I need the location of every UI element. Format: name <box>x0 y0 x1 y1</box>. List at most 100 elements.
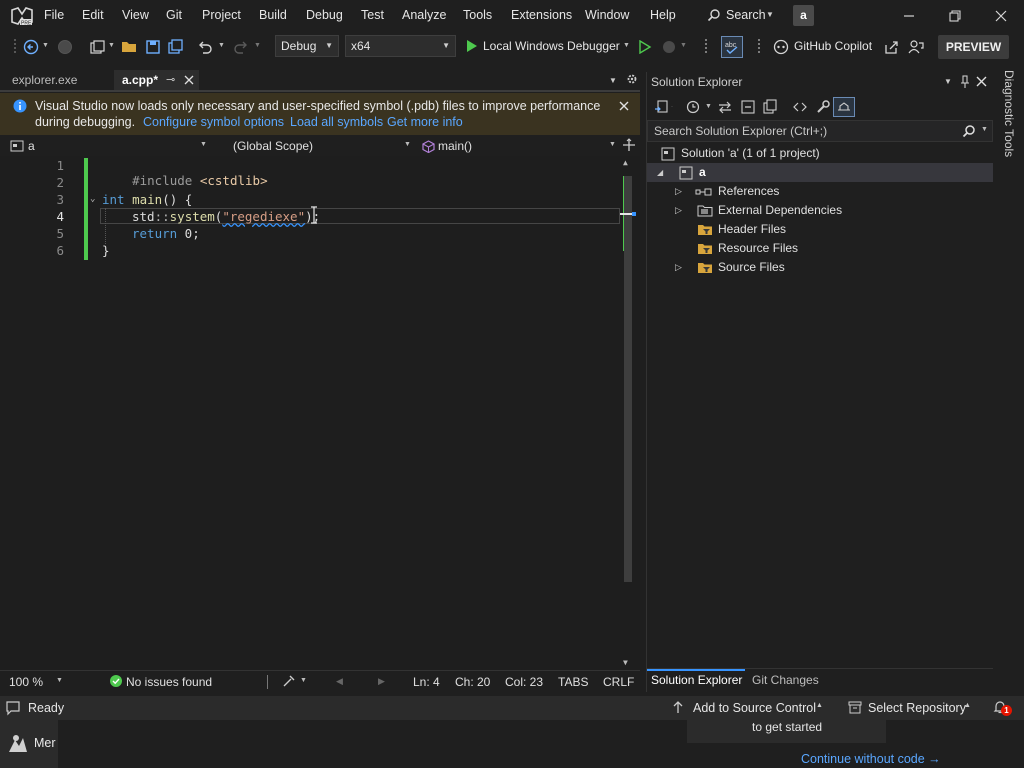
tab-explorer-exe[interactable]: explorer.exe <box>4 70 114 90</box>
previous-issue-icon[interactable]: ◀ <box>336 676 343 687</box>
menu-edit[interactable]: Edit <box>82 8 104 22</box>
next-issue-icon[interactable]: ▶ <box>378 676 385 687</box>
continue-without-code-link[interactable]: Continue without code → <box>801 752 941 766</box>
preview-selected-items-icon[interactable] <box>833 97 855 117</box>
start-debugging-button[interactable]: Local Windows Debugger ▼ <box>463 36 633 58</box>
collapse-all-icon[interactable] <box>740 99 756 115</box>
chevron-down-icon[interactable]: ▼ <box>254 42 261 49</box>
notifications-button[interactable]: 1 <box>992 699 1014 717</box>
scope-dropdown[interactable]: (Global Scope) ▼ <box>218 137 413 155</box>
zoom-dropdown[interactable]: 100 % ▼ <box>6 674 64 690</box>
platform-dropdown[interactable]: x64 ▼ <box>345 35 456 57</box>
menu-analyze[interactable]: Analyze <box>402 8 446 22</box>
indent-mode[interactable]: TABS <box>558 675 588 689</box>
pending-changes-filter-icon[interactable] <box>685 99 701 115</box>
hot-reload-icon[interactable] <box>660 38 678 56</box>
output-window-icon[interactable] <box>5 700 21 716</box>
new-project-icon[interactable] <box>88 38 106 56</box>
minimize-button[interactable] <box>900 8 918 24</box>
menu-view[interactable]: View <box>122 8 149 22</box>
get-more-info-link[interactable]: Get more info <box>387 115 463 129</box>
menu-window[interactable]: Window <box>585 8 629 22</box>
chevron-down-icon[interactable]: ▼ <box>705 103 712 110</box>
column-position[interactable]: Col: 23 <box>505 675 543 689</box>
issues-indicator[interactable]: No issues found <box>108 674 228 690</box>
scrollbar-thumb[interactable] <box>624 176 632 582</box>
menu-tools[interactable]: Tools <box>463 8 492 22</box>
tree-item-header-files[interactable]: Header Files <box>647 220 993 239</box>
tree-item-external-dependencies[interactable]: ▷ External Dependencies <box>647 201 993 220</box>
menu-extensions[interactable]: Extensions <box>511 8 572 22</box>
select-repository-button[interactable]: Select Repository ▲ <box>846 698 976 718</box>
tree-item-resource-files[interactable]: Resource Files <box>647 239 993 258</box>
close-window-button[interactable] <box>992 8 1010 24</box>
solution-search-input[interactable]: Search Solution Explorer (Ctrl+;) ▼ <box>647 120 993 142</box>
feedback-icon[interactable] <box>907 38 925 56</box>
close-panel-icon[interactable] <box>976 76 987 87</box>
redo-icon[interactable] <box>232 38 250 56</box>
pin-icon[interactable]: ⊸ <box>166 70 175 90</box>
show-all-files-icon[interactable] <box>762 99 778 115</box>
navigate-forward-icon[interactable] <box>56 38 74 56</box>
line-position[interactable]: Ln: 4 <box>413 675 440 689</box>
tab-a-cpp[interactable]: a.cpp* ⊸ <box>114 70 199 90</box>
share-icon[interactable] <box>882 38 900 56</box>
chevron-down-icon[interactable]: ▼ <box>42 42 49 49</box>
tree-item-solution[interactable]: Solution 'a' (1 of 1 project) <box>647 144 993 163</box>
tab-solution-explorer[interactable]: Solution Explorer <box>647 669 745 691</box>
tree-item-source-files[interactable]: ▷ Source Files <box>647 258 993 277</box>
pin-icon[interactable] <box>960 75 970 89</box>
split-editor-icon[interactable] <box>622 138 636 152</box>
scroll-up-icon[interactable]: ▲ <box>623 158 628 167</box>
panel-options-dropdown-icon[interactable]: ▼ <box>944 77 952 86</box>
save-icon[interactable] <box>144 38 162 56</box>
undo-icon[interactable] <box>196 38 214 56</box>
chevron-down-icon[interactable]: ▼ <box>218 42 225 49</box>
restore-button[interactable] <box>946 8 964 24</box>
expand-arrow-icon[interactable]: ◢ <box>657 163 663 182</box>
search-button[interactable]: Search ▼ <box>700 6 780 26</box>
github-copilot-button[interactable]: GitHub Copilot <box>772 36 880 58</box>
add-to-source-control-button[interactable]: Add to Source Control ▲ <box>670 698 830 718</box>
member-dropdown[interactable]: main() ▼ <box>418 137 618 155</box>
close-tab-icon[interactable] <box>183 70 195 90</box>
menu-file[interactable]: File <box>44 8 64 22</box>
spell-check-icon[interactable]: abc <box>721 36 743 58</box>
scroll-down-icon[interactable]: ▼ <box>623 658 628 667</box>
code-cleanup-icon[interactable] <box>282 674 296 688</box>
menu-test[interactable]: Test <box>361 8 384 22</box>
configuration-dropdown[interactable]: Debug ▼ <box>275 35 339 57</box>
line-ending[interactable]: CRLF <box>603 675 634 689</box>
load-all-symbols-link[interactable]: Load all symbols <box>290 115 383 129</box>
expand-arrow-icon[interactable]: ▷ <box>675 258 682 277</box>
tab-git-changes[interactable]: Git Changes <box>747 669 827 691</box>
configure-symbols-link[interactable]: Configure symbol options <box>143 115 284 129</box>
start-without-debugging-icon[interactable] <box>636 38 654 56</box>
chevron-down-icon[interactable]: ▼ <box>108 42 115 49</box>
tab-overflow-dropdown-icon[interactable]: ▼ <box>609 76 617 85</box>
menu-git[interactable]: Git <box>166 8 182 22</box>
view-code-icon[interactable] <box>792 99 808 115</box>
chevron-down-icon[interactable]: ▼ <box>680 42 687 49</box>
code-editor[interactable]: 1 2 3 4 5 6 ⌄ #include <cstdlib> int mai… <box>0 156 640 670</box>
char-position[interactable]: Ch: 20 <box>455 675 490 689</box>
save-all-icon[interactable] <box>166 38 184 56</box>
chevron-down-icon[interactable]: ▼ <box>981 126 988 133</box>
properties-wrench-icon[interactable] <box>815 99 831 115</box>
taskbar-app-thumbnail[interactable]: Mer <box>0 720 58 768</box>
sync-with-document-icon[interactable] <box>717 99 733 115</box>
menu-debug[interactable]: Debug <box>306 8 343 22</box>
editor-vertical-scrollbar[interactable]: ▲ ▼ <box>620 156 636 670</box>
gear-icon[interactable] <box>626 73 638 85</box>
expand-arrow-icon[interactable]: ▷ <box>675 201 682 220</box>
menu-help[interactable]: Help <box>650 8 676 22</box>
close-infobar-icon[interactable] <box>618 100 630 112</box>
tree-item-references[interactable]: ▷ References <box>647 182 993 201</box>
switch-views-icon[interactable] <box>653 99 669 115</box>
expand-arrow-icon[interactable]: ▷ <box>675 182 682 201</box>
collapse-region-icon[interactable]: ⌄ <box>90 194 95 204</box>
chevron-down-icon[interactable]: ▼ <box>300 677 307 684</box>
project-dropdown[interactable]: a ▼ <box>8 137 213 155</box>
preview-label[interactable]: PREVIEW <box>938 35 1009 59</box>
navigate-back-icon[interactable] <box>22 38 40 56</box>
